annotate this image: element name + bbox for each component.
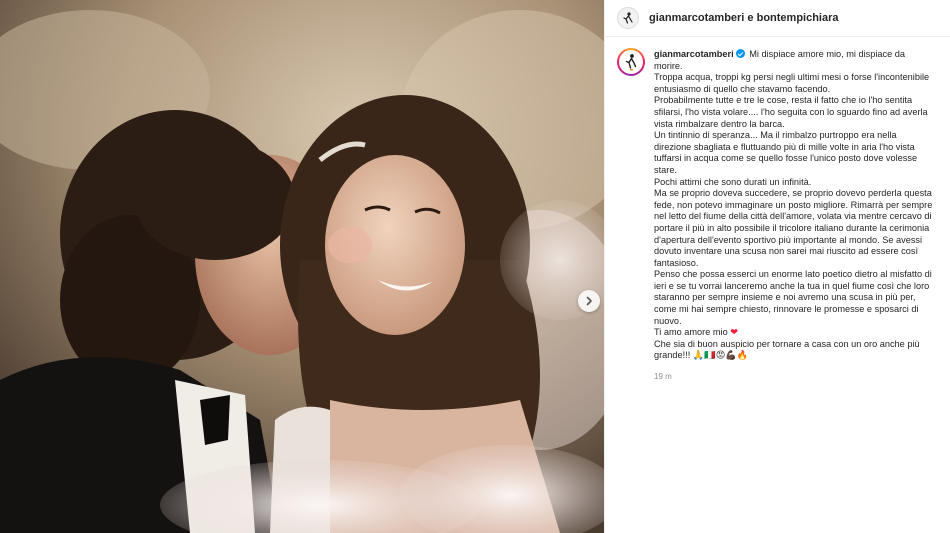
post-timestamp[interactable]: 19 m [654,371,936,383]
athlete-silhouette-icon [625,54,637,71]
post-header: gianmarcotamberi e bontempichiara [605,0,950,37]
caption-line: Ma se proprio doveva succedere, se propr… [654,188,933,268]
chevron-right-icon [586,296,592,306]
heart-emoji: ❤ [730,327,738,338]
caption-love-line: Ti amo amore mio ❤ [654,327,936,339]
caption-line: Penso che possa esserci un enorme lato p… [654,269,932,326]
caption-line: Troppa acqua, troppi kg persi negli ulti… [654,72,930,94]
header-avatar[interactable] [617,7,639,29]
caption-line: Un tintinnio di speranza... Ma il rimbal… [654,130,918,175]
caption-line: Probabilmente tutte e tre le cose, resta… [654,95,928,129]
caption-line: Pochi attimi che sono durati un infinità… [654,176,812,187]
post-photo[interactable] [0,0,604,533]
caption-avatar-ring[interactable] [617,48,645,76]
next-image-button[interactable] [578,290,600,312]
header-usernames[interactable]: gianmarcotamberi e bontempichiara [649,12,839,24]
post-caption: gianmarcotamberi Mi dispiace amore mio, … [605,37,950,383]
instagram-post: gianmarcotamberi e bontempichiara gianma… [0,0,950,533]
caption-text: gianmarcotamberi Mi dispiace amore mio, … [654,49,936,383]
athlete-silhouette-icon [623,12,633,24]
verified-badge-icon [735,49,745,58]
caption-line: Che sia di buon auspicio per tornare a c… [654,338,920,361]
caption-avatar [619,50,643,74]
post-side-panel: gianmarcotamberi e bontempichiara gianma… [604,0,950,533]
caption-love-text: Ti amo amore mio [654,327,728,338]
wedding-photo [0,0,604,533]
caption-username[interactable]: gianmarcotamberi [654,49,734,59]
